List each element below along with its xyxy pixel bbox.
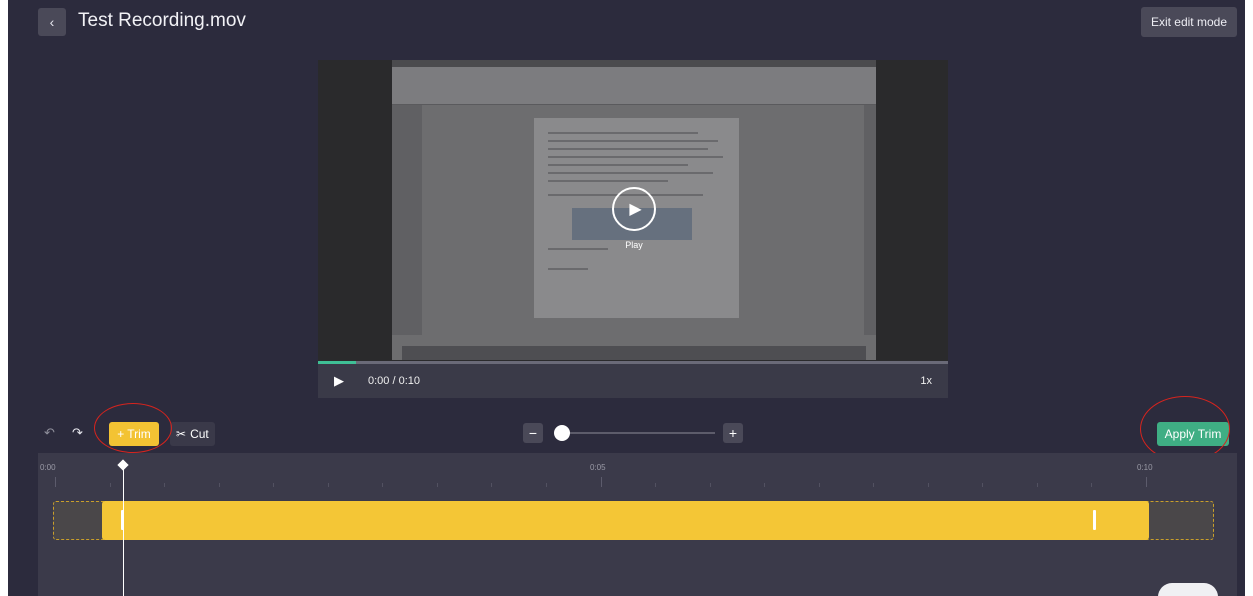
timeline-tick — [1036, 483, 1038, 487]
player-controls: ▶ 0:00 / 0:10 1x — [318, 364, 948, 398]
help-widget[interactable] — [1158, 583, 1218, 596]
timeline-tick — [1146, 477, 1147, 487]
timeline-tick — [818, 483, 820, 487]
timeline-tick — [873, 483, 875, 487]
zoom-slider[interactable] — [555, 432, 715, 434]
trim-end-handle[interactable] — [1092, 510, 1096, 530]
trim-button[interactable]: + Trim — [109, 422, 159, 446]
zoom-in-button[interactable]: + — [723, 423, 743, 443]
play-icon: ▶ — [629, 201, 642, 218]
trim-selection[interactable] — [102, 501, 1149, 540]
time-display: 0:00 / 0:10 — [368, 375, 420, 387]
playback-speed-button[interactable]: 1x — [920, 375, 932, 387]
timeline-tick — [327, 483, 329, 487]
playhead-knob[interactable] — [117, 459, 129, 471]
editor-app: ‹ Test Recording.mov Exit edit mode ▶ Pl… — [8, 0, 1245, 596]
undo-icon[interactable]: ↶ — [44, 425, 55, 441]
zoom-out-button[interactable]: − — [523, 423, 543, 443]
timeline-tick — [491, 483, 493, 487]
timeline-tick — [982, 483, 984, 487]
timeline-tick — [600, 477, 602, 487]
timeline-tick — [709, 483, 711, 487]
timeline-tick — [55, 477, 56, 487]
zoom-slider-knob[interactable] — [554, 425, 570, 441]
timeline-tick — [164, 483, 166, 487]
timeline-tick — [545, 483, 547, 487]
page-title: Test Recording.mov — [78, 10, 246, 31]
timeline-tick — [927, 483, 929, 487]
back-button[interactable]: ‹ — [38, 8, 66, 36]
timeline-tick-label: 0:00 — [40, 463, 56, 472]
timeline-tick-label: 0:05 — [590, 463, 606, 472]
playhead[interactable] — [123, 465, 124, 596]
timeline-tick — [382, 483, 384, 487]
video-player: ▶ Play ▶ 0:00 / 0:10 1x — [318, 60, 948, 398]
cut-button[interactable]: ✂ Cut — [170, 422, 215, 446]
timeline-tick — [1091, 483, 1093, 487]
play-overlay-label: Play — [625, 240, 643, 250]
play-overlay-button[interactable]: ▶ — [612, 187, 656, 231]
timeline-tick — [273, 483, 275, 487]
exit-edit-mode-button[interactable]: Exit edit mode — [1140, 7, 1237, 37]
timeline-tick-label: 0:10 — [1137, 463, 1153, 472]
play-icon[interactable]: ▶ — [334, 373, 344, 389]
timeline-tick — [218, 483, 220, 487]
apply-trim-button[interactable]: Apply Trim — [1157, 422, 1229, 446]
timeline-tick — [655, 483, 657, 487]
timeline-tick — [109, 483, 111, 487]
scissors-icon: ✂ — [176, 427, 187, 441]
timeline-tick — [436, 483, 438, 487]
redo-icon[interactable]: ↷ — [72, 425, 83, 441]
plus-icon: + — [117, 427, 125, 441]
timeline[interactable]: 0:00 0:05 0:10 — [38, 453, 1237, 596]
chevron-left-icon: ‹ — [49, 14, 55, 30]
timeline-tick — [764, 483, 766, 487]
